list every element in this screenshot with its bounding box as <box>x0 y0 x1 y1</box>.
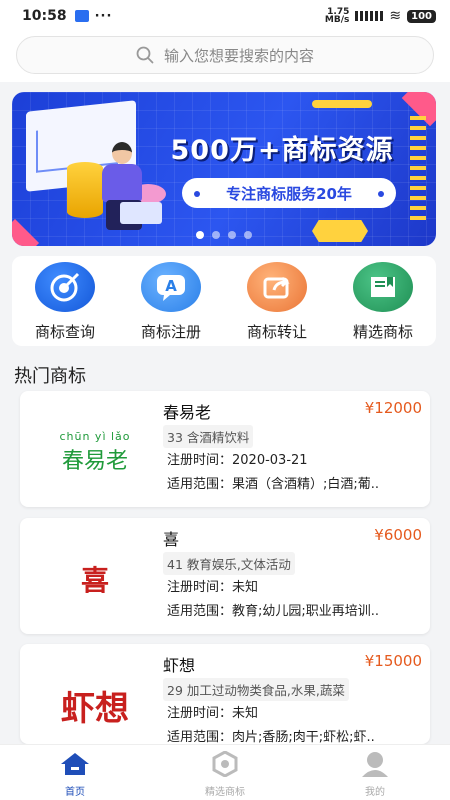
service-trademark-register[interactable]: A 商标注册 <box>118 256 224 346</box>
tab-label: 我的 <box>365 787 385 798</box>
banner-subtitle: 专注商标服务20年 <box>182 178 396 208</box>
carousel-dot[interactable] <box>212 231 220 239</box>
hot-trademarks-title: 热门商标 <box>14 366 86 387</box>
clock: 10:58 <box>22 8 67 24</box>
tab-profile[interactable]: 我的 <box>300 745 450 800</box>
user-icon <box>360 751 390 777</box>
service-trademark-search[interactable]: 商标查询 <box>12 256 118 346</box>
carousel-dot[interactable] <box>228 231 236 239</box>
trademark-reg-time: 注册时间：2020-03-21 <box>167 453 308 468</box>
share-icon <box>247 262 307 312</box>
trademark-price: ¥12000 <box>364 399 422 417</box>
signal-icon <box>355 11 384 21</box>
trademark-price: ¥6000 <box>374 526 422 544</box>
trademark-reg-time: 注册时间：未知 <box>167 706 259 721</box>
trademark-scope: 适用范围：果酒（含酒精）;白酒;葡.. <box>167 477 380 492</box>
tab-label: 首页 <box>65 787 85 798</box>
trademark-name: 喜 <box>163 530 180 549</box>
network-speed: 1.75 MB/s <box>324 7 350 25</box>
service-grid: 商标查询 A 商标注册 商标转让 精选商标 <box>12 256 436 346</box>
banner-title: 500万+商标资源 <box>170 135 394 166</box>
more-notifications-icon: ··· <box>94 8 113 24</box>
trademark-scope: 适用范围：教育;幼儿园;职业再培训.. <box>167 604 380 619</box>
tab-home[interactable]: 首页 <box>0 745 150 800</box>
service-label: 精选商标 <box>352 323 413 341</box>
book-icon <box>353 262 413 312</box>
service-featured-trademark[interactable]: 精选商标 <box>330 256 436 346</box>
search-placeholder: 输入您想要搜索的内容 <box>163 46 314 65</box>
svg-text:A: A <box>165 277 177 295</box>
search-input[interactable]: 输入您想要搜索的内容 <box>16 36 434 74</box>
trademark-logo: 喜 <box>80 564 109 597</box>
search-bar: 输入您想要搜索的内容 <box>0 32 450 82</box>
tab-featured[interactable]: 精选商标 <box>150 745 300 800</box>
home-icon <box>60 751 90 777</box>
service-label: 商标查询 <box>34 323 95 341</box>
trademark-reg-time: 注册时间：未知 <box>167 580 259 595</box>
service-trademark-transfer[interactable]: 商标转让 <box>224 256 330 346</box>
brand-icon <box>212 751 238 777</box>
status-bar: 10:58 ··· 1.75 MB/s ≋ 100 <box>0 0 450 32</box>
carousel-dot[interactable] <box>196 231 204 239</box>
laptop-illustration <box>120 202 162 224</box>
trademark-card[interactable]: 虾想 虾想 ¥15000 29 加工过动物类食品,水果,蔬菜 注册时间：未知 适… <box>20 644 430 745</box>
chat-a-icon: A <box>141 262 201 312</box>
trademark-logo: 虾想 <box>61 689 129 729</box>
trademark-category: 33 含酒精饮料 <box>163 425 254 448</box>
battery-icon: 100 <box>407 9 436 23</box>
carousel-dot[interactable] <box>244 231 252 239</box>
decoration-bar <box>312 100 372 108</box>
trademark-card[interactable]: 喜 喜 ¥6000 41 教育娱乐,文体活动 注册时间：未知 适用范围：教育;幼… <box>20 518 430 634</box>
search-icon <box>136 46 154 64</box>
notification-icon <box>74 10 89 22</box>
trademark-price: ¥15000 <box>364 652 422 670</box>
target-icon <box>35 262 95 312</box>
service-label: 商标转让 <box>246 323 307 341</box>
bottom-tab-bar: 首页 精选商标 我的 <box>0 744 450 800</box>
trademark-card[interactable]: chūn yì lǎo 春易老 春易老 ¥12000 33 含酒精饮料 注册时间… <box>20 391 430 507</box>
trademark-name: 春易老 <box>163 403 212 422</box>
service-label: 商标注册 <box>140 323 201 341</box>
trademark-logo: chūn yì lǎo 春易老 <box>59 429 131 474</box>
trademark-category: 41 教育娱乐,文体活动 <box>163 552 295 575</box>
trademark-name: 虾想 <box>163 656 196 675</box>
promo-banner[interactable]: 500万+商标资源 专注商标服务20年 <box>12 92 436 246</box>
tab-label: 精选商标 <box>205 787 245 798</box>
carousel-indicator <box>12 231 436 239</box>
trademark-scope: 适用范围：肉片;香肠;肉干;虾松;虾.. <box>167 730 375 745</box>
trademark-category: 29 加工过动物类食品,水果,蔬菜 <box>163 678 349 701</box>
wifi-icon: ≋ <box>389 8 402 24</box>
